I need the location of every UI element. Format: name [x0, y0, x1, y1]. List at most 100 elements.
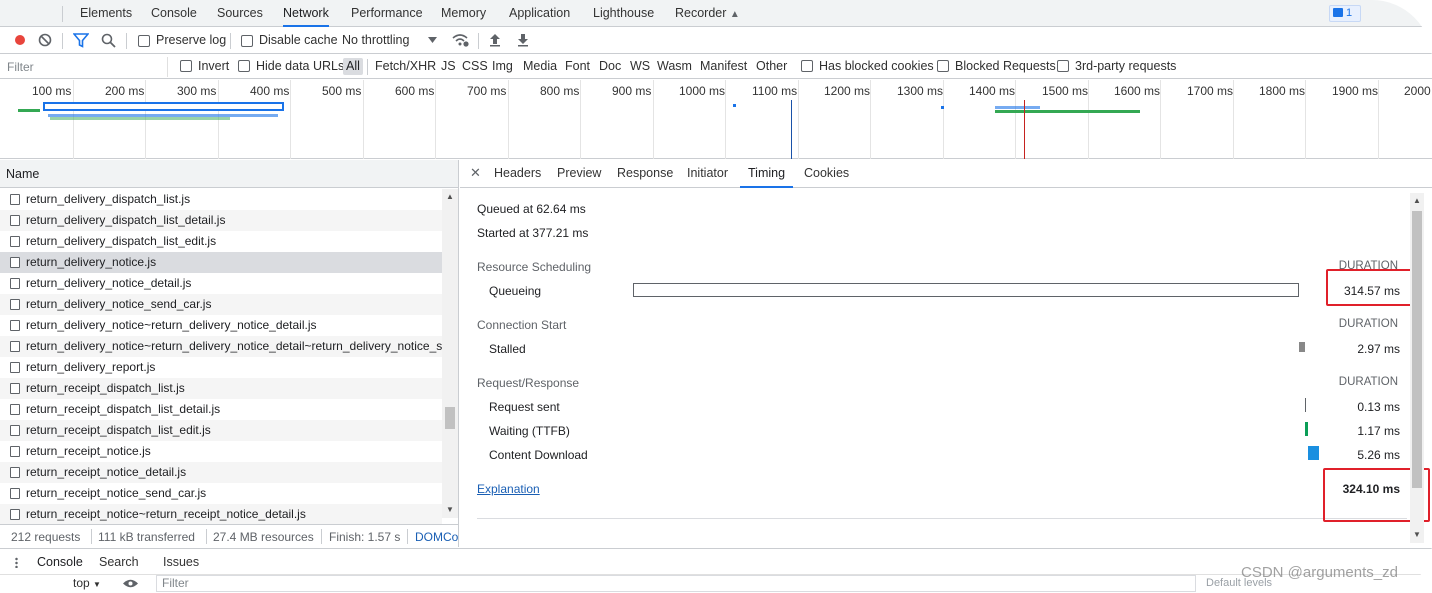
scroll-up-icon[interactable]: ▲	[1413, 196, 1421, 205]
request-row[interactable]: return_delivery_notice~return_delivery_n…	[0, 315, 442, 336]
explanation-link[interactable]: Explanation	[477, 482, 540, 496]
scroll-thumb[interactable]	[1412, 211, 1422, 488]
tab-headers[interactable]: Headers	[494, 160, 541, 188]
preserve-log-checkbox[interactable]	[138, 35, 150, 47]
network-conditions-icon[interactable]	[451, 32, 469, 48]
tab-timing[interactable]: Timing	[740, 160, 794, 188]
request-row[interactable]: return_delivery_report.js	[0, 357, 442, 378]
file-icon	[10, 257, 20, 268]
request-row[interactable]: return_receipt_notice_send_car.js	[0, 483, 442, 504]
tab-console[interactable]: Console	[151, 0, 197, 27]
tab-recorder[interactable]: Recorder ▲	[675, 0, 740, 27]
request-row[interactable]: return_receipt_notice.js	[0, 441, 442, 462]
tab-initiator[interactable]: Initiator	[687, 160, 728, 188]
grid-line	[943, 80, 944, 159]
tab-sources[interactable]: Sources	[217, 0, 263, 27]
hide-data-urls-checkbox[interactable]	[238, 60, 250, 72]
timing-scrollbar[interactable]: ▲ ▼	[1410, 193, 1424, 543]
file-icon	[10, 446, 20, 457]
drawer-tab-search[interactable]: Search	[99, 555, 139, 569]
request-row[interactable]: return_delivery_notice_send_car.js	[0, 294, 442, 315]
request-name: return_receipt_dispatch_list_edit.js	[26, 423, 211, 437]
tab-application[interactable]: Application	[509, 0, 570, 27]
eye-icon[interactable]	[122, 578, 139, 589]
tab-response[interactable]: Response	[617, 160, 673, 188]
request-name: return_receipt_notice_detail.js	[26, 465, 187, 479]
requests-scrollbar[interactable]: ▲ ▼	[442, 189, 458, 518]
search-icon[interactable]	[101, 33, 116, 48]
scroll-down-icon[interactable]: ▼	[446, 505, 454, 514]
drawer-menu-icon[interactable]	[15, 557, 18, 568]
drawer-tab-console[interactable]: Console	[37, 555, 83, 569]
type-filter-ws[interactable]: WS	[630, 59, 650, 73]
clear-icon[interactable]	[38, 33, 52, 47]
tab-network[interactable]: Network	[283, 0, 329, 27]
throttling-select[interactable]: No throttling	[342, 33, 409, 47]
request-row[interactable]: return_receipt_dispatch_list_detail.js	[0, 399, 442, 420]
blocked-cookies-checkbox[interactable]	[801, 60, 813, 72]
import-har-icon[interactable]	[489, 33, 501, 47]
type-filter-wasm[interactable]: Wasm	[657, 59, 692, 73]
filter-icon[interactable]	[73, 33, 89, 48]
third-party-checkbox[interactable]	[1057, 60, 1069, 72]
blocked-requests-label: Blocked Requests	[955, 59, 1056, 73]
type-filter-manifest[interactable]: Manifest	[700, 59, 747, 73]
scroll-thumb[interactable]	[445, 407, 455, 429]
request-row[interactable]: return_delivery_dispatch_list.js	[0, 189, 442, 210]
type-filter-media[interactable]: Media	[523, 59, 557, 73]
blocked-requests-checkbox[interactable]	[937, 60, 949, 72]
issues-badge[interactable]: 1	[1329, 5, 1361, 22]
drawer-tab-issues[interactable]: Issues	[163, 555, 199, 569]
grid-line	[798, 80, 799, 159]
scroll-up-icon[interactable]: ▲	[446, 192, 454, 201]
request-name: return_delivery_dispatch_list_edit.js	[26, 234, 217, 248]
tab-performance[interactable]: Performance	[351, 0, 423, 27]
tab-elements[interactable]: Elements	[80, 0, 132, 27]
close-icon[interactable]: ✕	[470, 165, 481, 181]
filter-input[interactable]: Filter	[0, 57, 168, 77]
record-icon[interactable]	[14, 34, 26, 46]
hide-data-urls-label: Hide data URLs	[256, 59, 345, 73]
export-har-icon[interactable]	[517, 33, 529, 47]
request-row[interactable]: return_delivery_dispatch_list_detail.js	[0, 210, 442, 231]
type-filter-fetch-xhr[interactable]: Fetch/XHR	[375, 59, 436, 73]
request-row[interactable]: return_receipt_dispatch_list.js	[0, 378, 442, 399]
request-row[interactable]: return_delivery_notice_detail.js	[0, 273, 442, 294]
name-column-header[interactable]: Name	[0, 160, 458, 188]
console-filter-input[interactable]: Filter	[156, 575, 1196, 592]
file-icon	[10, 194, 20, 205]
chevron-down-icon[interactable]	[428, 37, 437, 43]
invert-checkbox[interactable]	[180, 60, 192, 72]
request-row[interactable]: return_receipt_notice~return_receipt_not…	[0, 504, 442, 525]
tab-cookies[interactable]: Cookies	[804, 160, 849, 188]
type-filter-other[interactable]: Other	[756, 59, 787, 73]
file-icon	[10, 509, 20, 520]
issues-count: 1	[1346, 7, 1353, 19]
tick-label: 1300 ms	[897, 84, 944, 98]
request-row[interactable]: return_receipt_notice_detail.js	[0, 462, 442, 483]
type-filter-css[interactable]: CSS	[462, 59, 488, 73]
message-icon	[1333, 8, 1343, 17]
tick-label: 700 ms	[467, 84, 507, 98]
type-filter-js[interactable]: JS	[441, 59, 456, 73]
tab-lighthouse[interactable]: Lighthouse	[593, 0, 654, 27]
request-row[interactable]: return_receipt_dispatch_list_edit.js	[0, 420, 442, 441]
disable-cache-checkbox[interactable]	[241, 35, 253, 47]
type-filter-doc[interactable]: Doc	[599, 59, 621, 73]
tab-memory[interactable]: Memory	[441, 0, 486, 27]
request-row[interactable]: return_delivery_notice~return_delivery_n…	[0, 336, 442, 357]
type-filter-img[interactable]: Img	[492, 59, 513, 73]
type-filter-font[interactable]: Font	[565, 59, 590, 73]
context-select[interactable]: top ▼	[73, 576, 101, 590]
section-request-response: Request/Response	[477, 376, 580, 390]
request-sent-value: 0.13 ms	[1357, 400, 1400, 414]
activity-bar	[50, 117, 230, 120]
queueing-bar	[633, 283, 1299, 297]
request-row[interactable]: return_delivery_notice.js	[0, 252, 442, 273]
request-row[interactable]: return_delivery_dispatch_list_edit.js	[0, 231, 442, 252]
tab-preview[interactable]: Preview	[557, 160, 601, 188]
grid-line	[580, 80, 581, 159]
type-filter-all[interactable]: All	[343, 58, 363, 75]
overview-timeline[interactable]: 100 ms 200 ms 300 ms 400 ms 500 ms 600 m…	[0, 80, 1432, 159]
scroll-down-icon[interactable]: ▼	[1413, 530, 1421, 539]
